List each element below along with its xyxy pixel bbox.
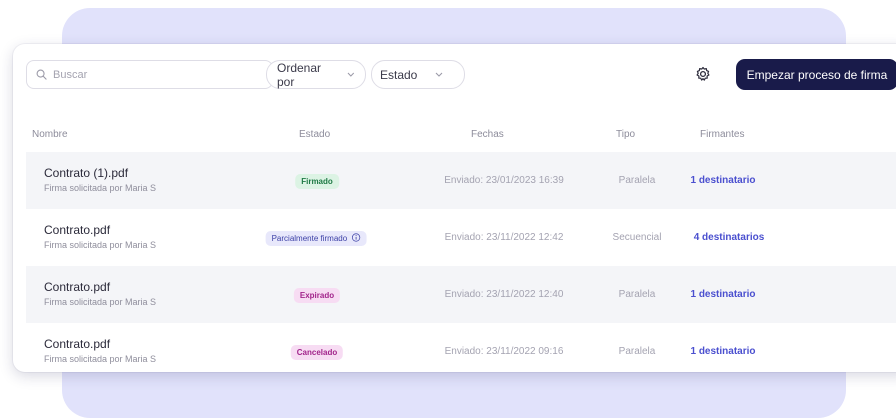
file-name: Contrato.pdf bbox=[44, 280, 111, 294]
status-badge: Parcialmente firmado bbox=[265, 231, 367, 246]
chevron-down-icon bbox=[435, 72, 443, 77]
search-box[interactable] bbox=[26, 60, 273, 89]
documents-card: Ordenar por Estado Empezar proceso de fi… bbox=[13, 44, 896, 372]
signing-type: Paralela bbox=[618, 346, 656, 357]
signing-type: Paralela bbox=[618, 289, 656, 300]
requested-by: Firma solicitada por Maria S bbox=[44, 297, 157, 307]
table-row[interactable]: Contrato.pdf Firma solicitada por Maria … bbox=[26, 209, 896, 266]
signing-type: Secuencial bbox=[612, 232, 662, 243]
status-dropdown[interactable]: Estado bbox=[371, 60, 465, 89]
status-filter-label: Estado bbox=[380, 67, 418, 82]
file-cell: Contrato.pdf Firma solicitada por Maria … bbox=[44, 337, 156, 364]
requested-by: Firma solicitada por Maria S bbox=[44, 183, 157, 193]
requested-by: Firma solicitada por Maria S bbox=[44, 354, 157, 364]
sort-label: Ordenar por bbox=[277, 60, 322, 89]
signers-link[interactable]: 1 destinatario bbox=[690, 346, 755, 357]
sent-date: Enviado: 23/11/2022 09:16 bbox=[444, 346, 564, 357]
sent-date: Enviado: 23/11/2022 12:40 bbox=[444, 289, 564, 300]
file-name: Contrato (1).pdf bbox=[44, 166, 129, 180]
start-signing-button[interactable]: Empezar proceso de firma bbox=[736, 59, 896, 90]
table-row[interactable]: Contrato.pdf Firma solicitada por Maria … bbox=[26, 323, 896, 372]
gear-icon[interactable] bbox=[695, 66, 711, 82]
status-badge: Firmado bbox=[295, 174, 339, 189]
search-icon bbox=[36, 69, 47, 80]
file-cell: Contrato.pdf Firma solicitada por Maria … bbox=[44, 223, 156, 250]
header-status: Estado bbox=[299, 129, 331, 140]
header-signers: Firmantes bbox=[700, 129, 745, 140]
file-cell: Contrato.pdf Firma solicitada por Maria … bbox=[44, 280, 156, 307]
sent-date: Enviado: 23/11/2022 12:42 bbox=[444, 232, 564, 243]
sort-dropdown[interactable]: Ordenar por bbox=[266, 60, 366, 89]
file-name: Contrato.pdf bbox=[44, 337, 111, 351]
status-badge: Cancelado bbox=[290, 345, 344, 360]
table-header: Nombre Estado Fechas Tipo Firmantes bbox=[13, 129, 896, 143]
signers-link[interactable]: 4 destinatarios bbox=[694, 232, 765, 243]
file-cell: Contrato (1).pdf Firma solicitada por Ma… bbox=[44, 166, 156, 193]
status-badge: Expirado bbox=[293, 288, 341, 303]
requested-by: Firma solicitada por Maria S bbox=[44, 240, 157, 250]
signing-type: Paralela bbox=[618, 175, 656, 186]
header-type: Tipo bbox=[616, 129, 636, 140]
header-name: Nombre bbox=[32, 129, 68, 140]
table-row[interactable]: Contrato (1).pdf Firma solicitada por Ma… bbox=[26, 152, 896, 209]
status-badge-label: Parcialmente firmado bbox=[271, 234, 348, 243]
signers-link[interactable]: 1 destinatario bbox=[690, 175, 755, 186]
table-row[interactable]: Contrato.pdf Firma solicitada por Maria … bbox=[26, 266, 896, 323]
search-input[interactable] bbox=[51, 67, 255, 82]
file-name: Contrato.pdf bbox=[44, 223, 111, 237]
info-icon[interactable] bbox=[351, 233, 361, 242]
toolbar: Ordenar por Estado Empezar proceso de fi… bbox=[13, 44, 896, 100]
sent-date: Enviado: 23/01/2023 16:39 bbox=[444, 175, 564, 186]
chevron-down-icon bbox=[347, 72, 355, 77]
header-dates: Fechas bbox=[471, 129, 504, 140]
signers-link[interactable]: 1 destinatario bbox=[690, 289, 755, 300]
